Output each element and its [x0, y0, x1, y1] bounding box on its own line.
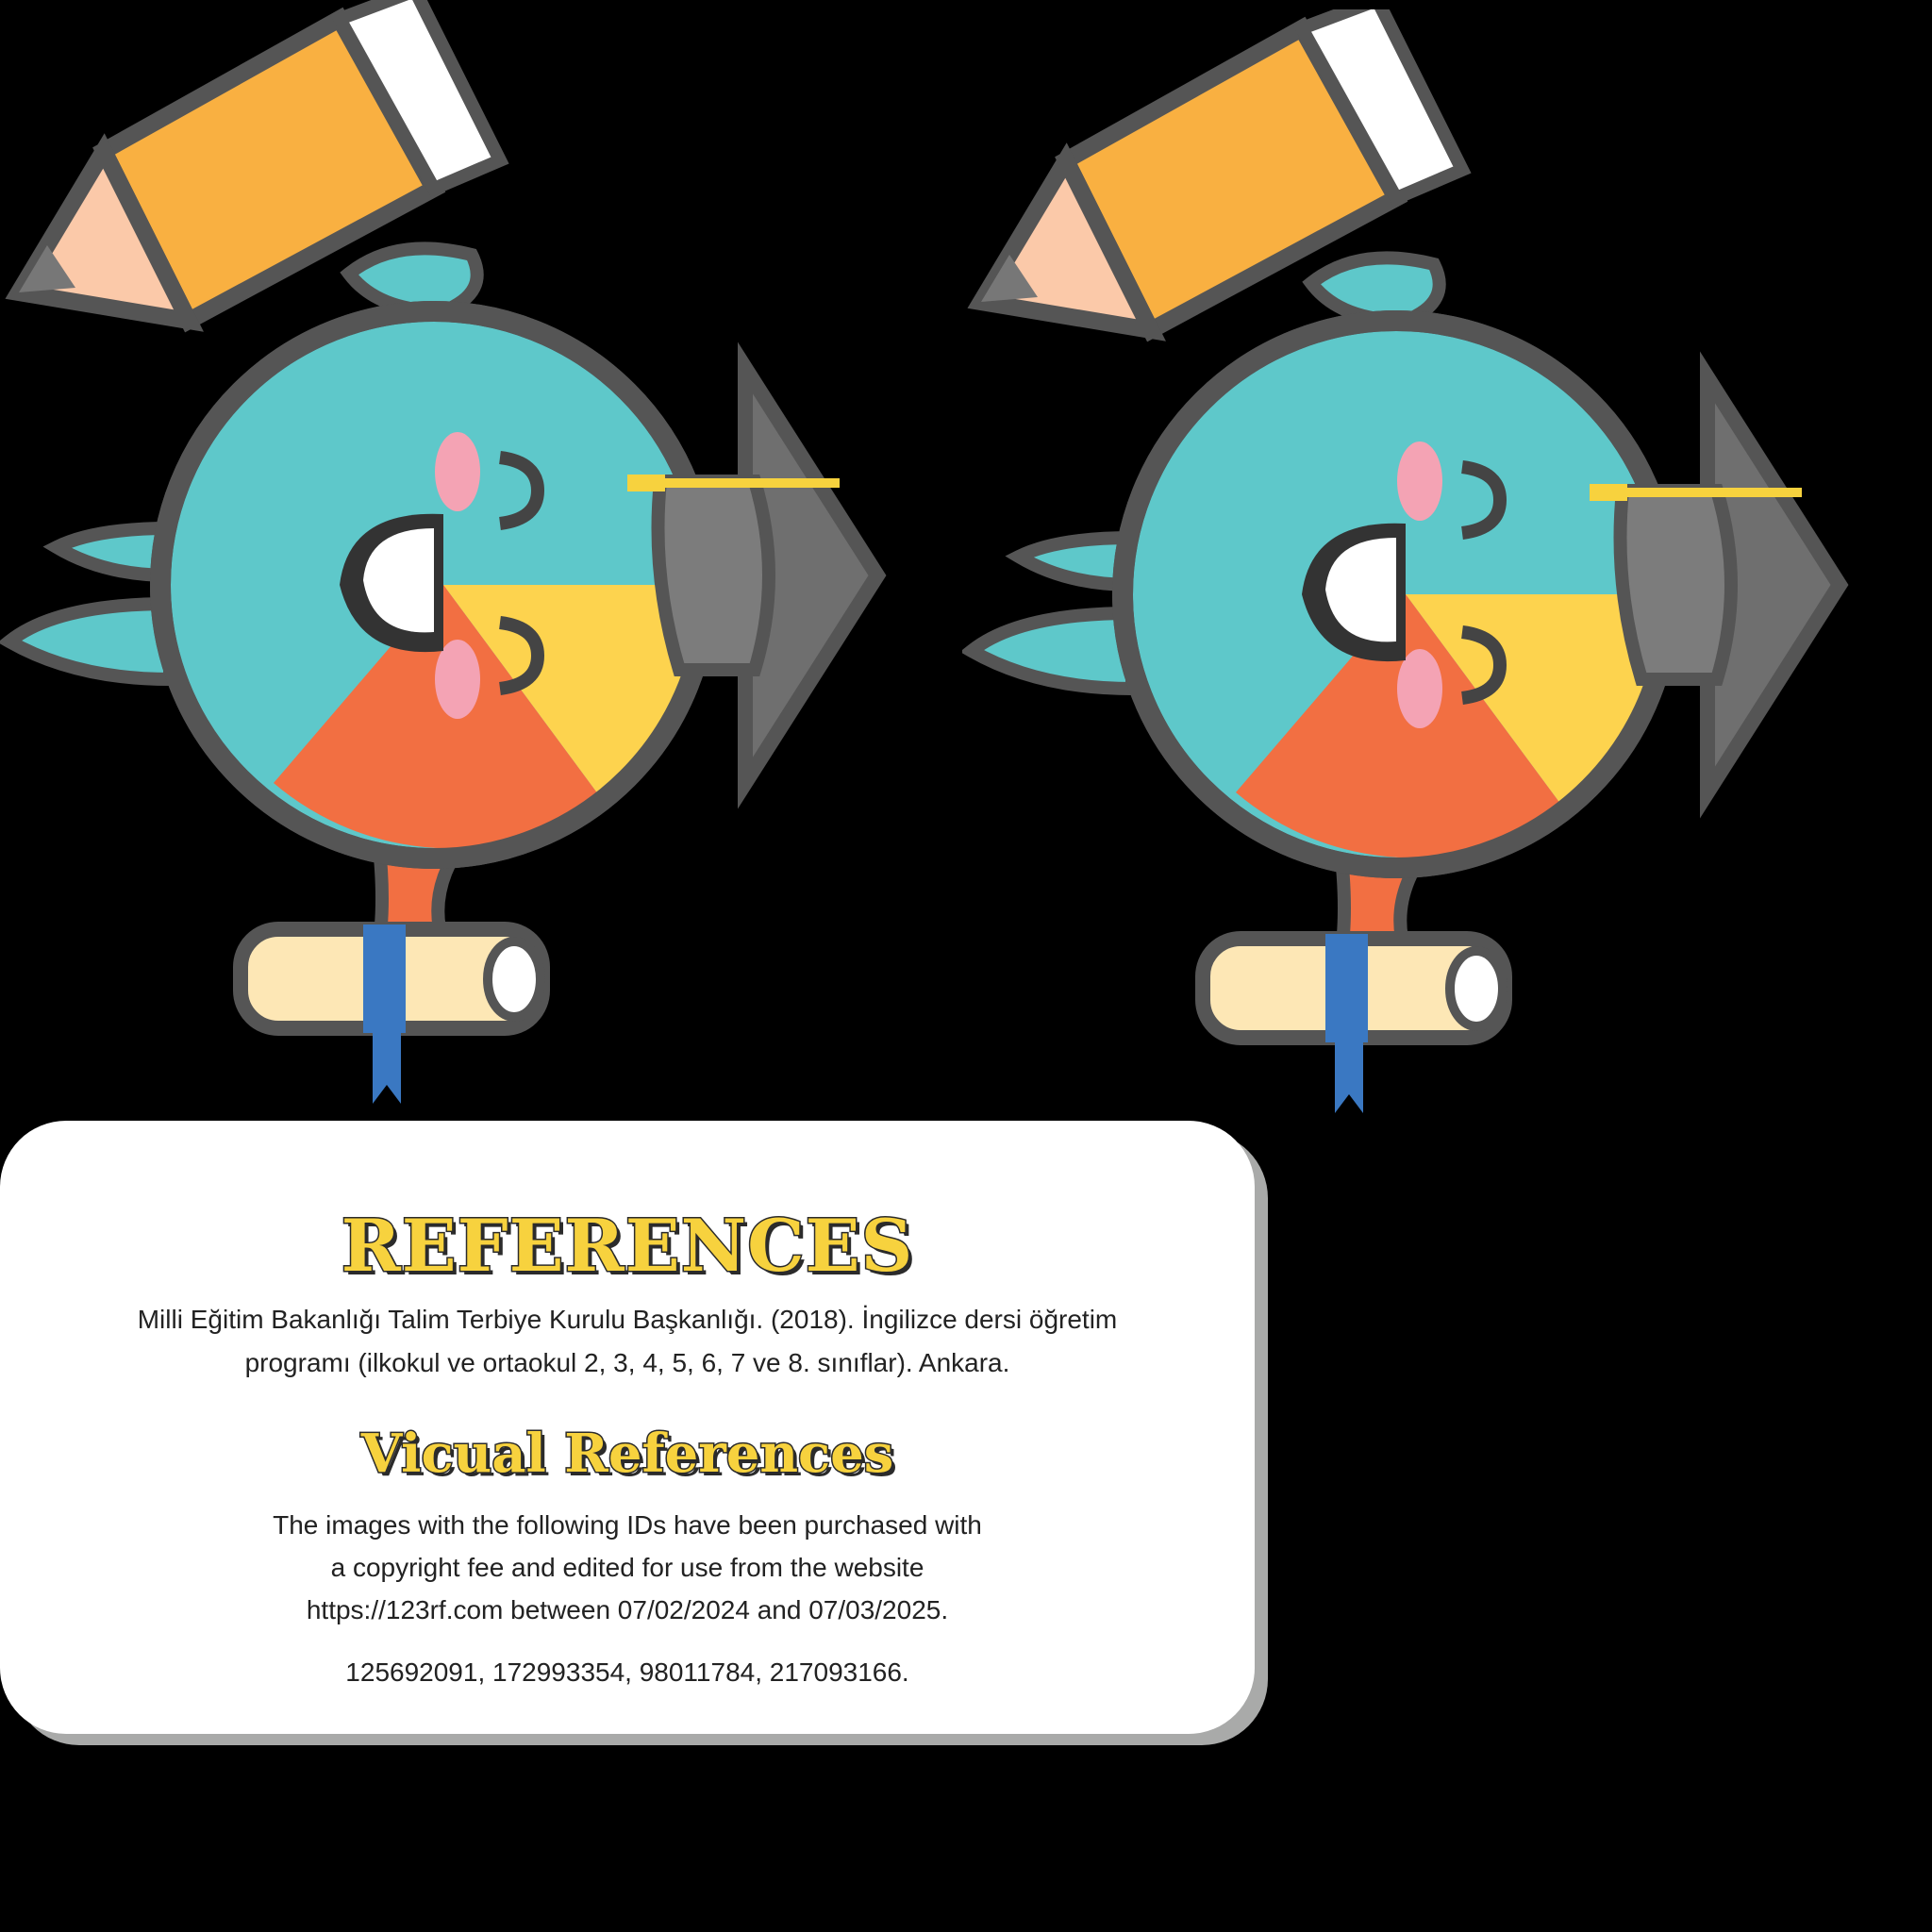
pie-chart-mascot-icon — [0, 0, 887, 1104]
visual-references-title: Vicual References — [359, 1422, 895, 1487]
diploma-scroll-icon — [1195, 931, 1512, 1113]
pie-chart-mascot-icon — [962, 9, 1849, 1113]
purchase-note-line-2: a copyright fee and edited for use from … — [330, 1553, 924, 1582]
pie-chart-mascot-left — [0, 0, 906, 1132]
image-ids: 125692091, 172993354, 98011784, 21709316… — [345, 1657, 909, 1687]
pie-chart-mascot-right — [962, 9, 1868, 1141]
diploma-scroll-icon — [233, 922, 550, 1104]
purchase-note-line-1: The images with the following IDs have b… — [273, 1510, 982, 1540]
purchase-note: The images with the following IDs have b… — [0, 1504, 1255, 1631]
references-card: REFERENCES Milli Eğitim Bakanlığı Talim … — [0, 1121, 1255, 1734]
reference-entry: Milli Eğitim Bakanlığı Talim Terbiye Kur… — [0, 1298, 1255, 1385]
references-title: REFERENCES — [340, 1203, 914, 1290]
reference-entry-line-2: programı (ilkokul ve ortaokul 2, 3, 4, 5… — [244, 1348, 1010, 1377]
purchase-note-line-3: https://123rf.com between 07/02/2024 and… — [306, 1595, 949, 1624]
reference-entry-line-1: Milli Eğitim Bakanlığı Talim Terbiye Kur… — [137, 1305, 1118, 1334]
